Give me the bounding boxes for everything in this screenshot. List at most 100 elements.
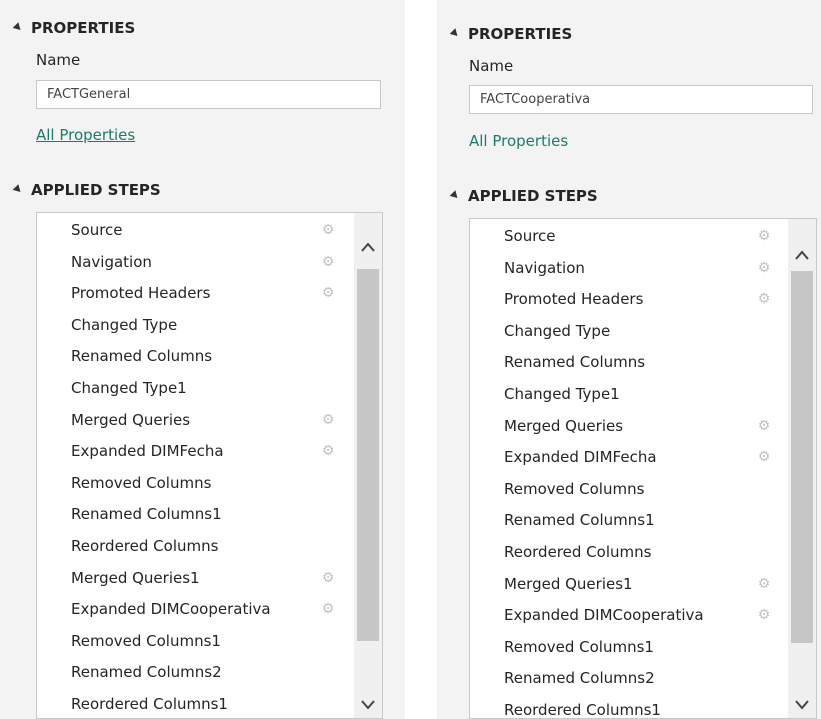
applied-step-label: Merged Queries1 <box>71 568 200 587</box>
applied-step-item[interactable]: Removed Columns <box>37 467 347 499</box>
properties-header[interactable]: PROPERTIES <box>449 24 572 44</box>
applied-steps-list: Source ⚙ Navigation ⚙ Promoted Headers ⚙ Chang… <box>469 218 817 719</box>
applied-step-item[interactable]: Merged Queries1 ⚙ <box>470 568 780 600</box>
applied-step-label: Renamed Columns <box>71 347 213 366</box>
applied-steps-header[interactable]: APPLIED STEPS <box>449 186 598 206</box>
applied-step-item[interactable]: Promoted Headers ⚙ <box>37 277 347 309</box>
gear-icon[interactable]: ⚙ <box>757 419 771 433</box>
name-label: Name <box>36 51 81 69</box>
applied-step-label: Reordered Columns1 <box>504 701 661 719</box>
applied-steps-list: Source ⚙ Navigation ⚙ Promoted Headers ⚙ Chang… <box>36 212 383 719</box>
applied-step-label: Reordered Columns1 <box>71 695 228 713</box>
gear-icon[interactable]: ⚙ <box>757 608 771 622</box>
all-properties-link[interactable]: All Properties <box>36 126 135 144</box>
applied-step-item[interactable]: Removed Columns1 <box>470 631 780 663</box>
applied-step-label: Removed Columns1 <box>504 637 654 656</box>
gear-icon[interactable]: ⚙ <box>757 229 771 243</box>
chevron-down-icon[interactable] <box>360 699 376 711</box>
applied-step-label: Expanded DIMCooperativa <box>504 606 704 625</box>
applied-step-item[interactable]: Source ⚙ <box>470 220 780 252</box>
applied-step-item[interactable]: Changed Type <box>37 309 347 341</box>
applied-step-item[interactable]: Reordered Columns1 <box>37 688 347 718</box>
query-name-input[interactable] <box>36 80 381 109</box>
applied-step-label: Navigation <box>71 252 152 271</box>
applied-step-label: Reordered Columns <box>504 543 652 561</box>
applied-step-item[interactable]: Source ⚙ <box>37 214 347 246</box>
applied-step-item[interactable]: Expanded DIMFecha ⚙ <box>37 435 347 467</box>
applied-step-item[interactable]: Renamed Columns <box>470 346 780 378</box>
applied-step-item[interactable]: Changed Type1 <box>470 378 780 410</box>
applied-step-label: Changed Type <box>71 315 178 334</box>
applied-step-item[interactable]: Expanded DIMFecha ⚙ <box>470 441 780 473</box>
applied-step-item[interactable]: Navigation ⚙ <box>470 252 780 284</box>
applied-step-label: Renamed Columns2 <box>504 669 655 688</box>
applied-step-label: Changed Type1 <box>71 379 187 397</box>
applied-step-label: Source <box>504 227 556 245</box>
applied-step-item[interactable]: Removed Columns <box>470 473 780 505</box>
applied-step-item[interactable]: Reordered Columns <box>470 536 780 568</box>
query-name-input[interactable] <box>469 85 813 114</box>
applied-step-item[interactable]: Renamed Columns <box>37 340 347 372</box>
applied-step-label: Renamed Columns <box>504 353 646 372</box>
chevron-up-icon[interactable] <box>794 249 810 261</box>
triangle-collapse-icon[interactable] <box>449 28 461 39</box>
applied-step-item[interactable]: Renamed Columns1 <box>37 498 347 530</box>
scrollbar-thumb[interactable] <box>357 269 379 641</box>
name-label: Name <box>469 57 514 75</box>
applied-step-label: Merged Queries <box>504 416 624 435</box>
chevron-up-icon[interactable] <box>360 241 376 253</box>
applied-step-label: Merged Queries <box>71 410 191 429</box>
scrollbar-thumb[interactable] <box>791 271 813 643</box>
applied-step-item[interactable]: Renamed Columns2 <box>37 656 347 688</box>
applied-step-label: Expanded DIMFecha <box>71 442 224 461</box>
applied-step-item[interactable]: Promoted Headers ⚙ <box>470 283 780 315</box>
query-settings-panel-right: PROPERTIES Name All Properties APPLIED S… <box>437 0 821 719</box>
applied-step-item[interactable]: Reordered Columns1 <box>470 694 780 719</box>
triangle-collapse-icon[interactable] <box>449 190 461 201</box>
query-settings-panel-left: PROPERTIES Name All Properties APPLIED S… <box>0 0 405 719</box>
applied-step-label: Removed Columns1 <box>71 631 221 650</box>
gear-icon[interactable]: ⚙ <box>321 223 335 237</box>
gear-icon[interactable]: ⚙ <box>321 444 335 458</box>
applied-step-item[interactable]: Expanded DIMCooperativa ⚙ <box>470 599 780 631</box>
gear-icon[interactable]: ⚙ <box>757 577 771 591</box>
applied-step-label: Renamed Columns1 <box>71 505 222 524</box>
applied-step-label: Promoted Headers <box>71 284 211 303</box>
applied-step-label: Changed Type <box>504 321 611 340</box>
applied-step-label: Renamed Columns1 <box>504 511 655 530</box>
properties-header[interactable]: PROPERTIES <box>12 18 135 38</box>
applied-step-item[interactable]: Expanded DIMCooperativa ⚙ <box>37 593 347 625</box>
gear-icon[interactable]: ⚙ <box>321 413 335 427</box>
applied-step-item[interactable]: Changed Type <box>470 315 780 347</box>
gear-icon[interactable]: ⚙ <box>321 602 335 616</box>
applied-step-label: Navigation <box>504 258 585 277</box>
applied-step-item[interactable]: Changed Type1 <box>37 372 347 404</box>
applied-step-label: Removed Columns <box>71 473 212 492</box>
applied-step-item[interactable]: Merged Queries ⚙ <box>37 404 347 436</box>
applied-step-label: Removed Columns <box>504 479 645 498</box>
applied-step-label: Expanded DIMFecha <box>504 448 657 467</box>
applied-step-label: Renamed Columns2 <box>71 663 222 682</box>
applied-step-item[interactable]: Renamed Columns2 <box>470 662 780 694</box>
gear-icon[interactable]: ⚙ <box>321 571 335 585</box>
applied-step-item[interactable]: Renamed Columns1 <box>470 504 780 536</box>
applied-steps-header[interactable]: APPLIED STEPS <box>12 180 161 200</box>
all-properties-link[interactable]: All Properties <box>469 132 568 150</box>
applied-step-item[interactable]: Navigation ⚙ <box>37 246 347 278</box>
chevron-down-icon[interactable] <box>794 699 810 711</box>
gear-icon[interactable]: ⚙ <box>757 261 771 275</box>
gear-icon[interactable]: ⚙ <box>757 292 771 306</box>
applied-step-item[interactable]: Merged Queries ⚙ <box>470 410 780 442</box>
applied-step-item[interactable]: Removed Columns1 <box>37 625 347 657</box>
applied-step-label: Changed Type1 <box>504 385 620 403</box>
applied-step-item[interactable]: Merged Queries1 ⚙ <box>37 562 347 594</box>
triangle-collapse-icon[interactable] <box>12 184 24 195</box>
applied-step-label: Reordered Columns <box>71 537 219 555</box>
applied-step-item[interactable]: Reordered Columns <box>37 530 347 562</box>
applied-step-label: Merged Queries1 <box>504 574 633 593</box>
gear-icon[interactable]: ⚙ <box>321 255 335 269</box>
gear-icon[interactable]: ⚙ <box>321 286 335 300</box>
gear-icon[interactable]: ⚙ <box>757 450 771 464</box>
triangle-collapse-icon[interactable] <box>12 22 24 33</box>
applied-step-label: Expanded DIMCooperativa <box>71 600 271 619</box>
